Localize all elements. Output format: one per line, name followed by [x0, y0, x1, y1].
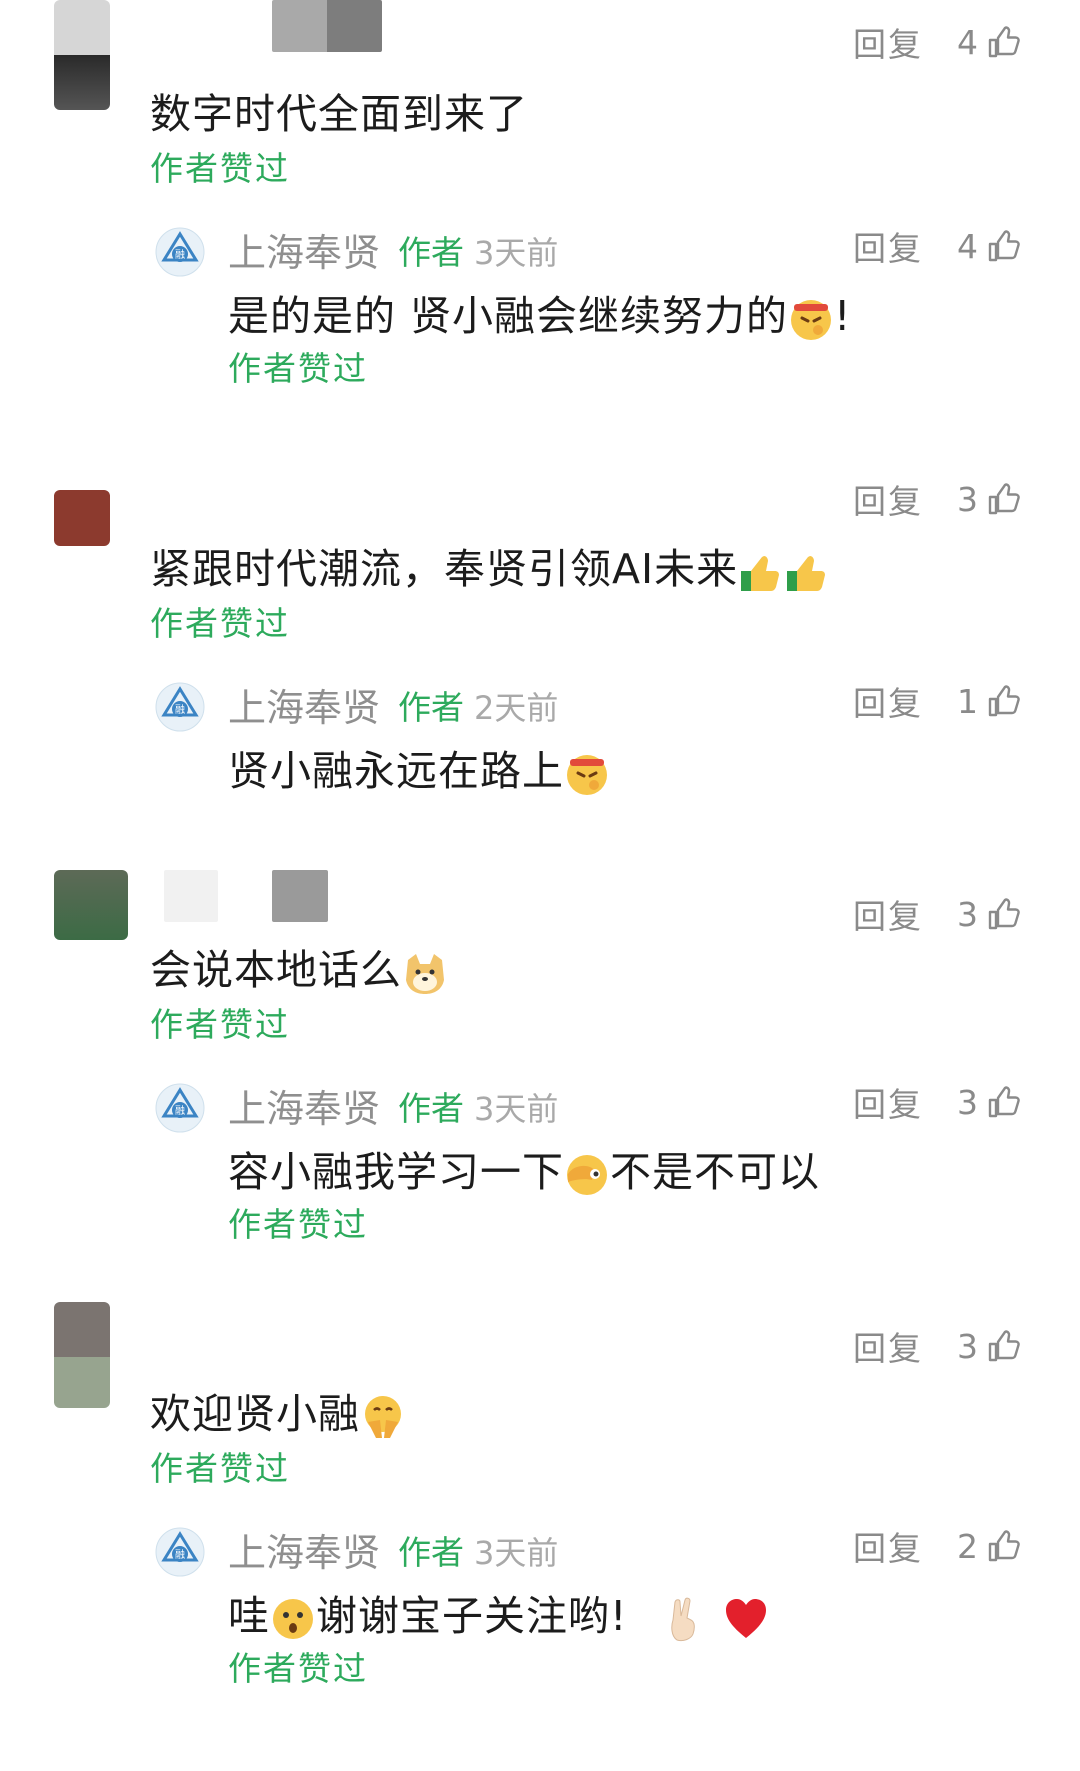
reply-text: 贤小融永远在路上: [228, 737, 610, 797]
facepalm-peek-emoji: [564, 1152, 610, 1198]
like-count: 2: [957, 1526, 978, 1566]
like-count: 1: [957, 681, 978, 721]
timestamp: 3天前: [474, 234, 559, 272]
svg-text:融: 融: [175, 704, 185, 716]
like-count: 3: [957, 1082, 978, 1122]
author-badge: 作者: [398, 233, 464, 272]
liked-by-author-tag: 作者赞过: [228, 349, 368, 388]
masked-username: [272, 0, 382, 52]
like-count: 3: [957, 479, 978, 519]
reply-button[interactable]: 回复: [853, 1522, 923, 1570]
reply-text: 是的是的 贤小融会继续努力的!: [228, 292, 852, 342]
red-heart-emoji: [723, 1596, 769, 1642]
blush-hands-emoji: [360, 1394, 406, 1440]
liked-by-author-tag: 作者赞过: [228, 1205, 368, 1244]
reply-actions: 回复 2: [853, 1522, 1022, 1570]
author-name[interactable]: 上海奉贤: [228, 1078, 380, 1133]
thumbs-up-icon[interactable]: [986, 1084, 1022, 1120]
avatar[interactable]: [54, 490, 110, 546]
svg-text:融: 融: [175, 249, 185, 261]
comment-actions: 回复 3: [853, 475, 1022, 523]
reply-text: 哇谢谢宝子关注哟!: [228, 1582, 769, 1642]
timestamp: 2天前: [474, 689, 559, 727]
liked-by-author-tag: 作者赞过: [150, 604, 290, 643]
avatar[interactable]: [54, 1302, 110, 1408]
reply-button[interactable]: 回复: [853, 890, 923, 938]
author-name[interactable]: 上海奉贤: [228, 677, 380, 732]
liked-by-author-tag: 作者赞过: [150, 1005, 290, 1044]
reply-actions: 回复 3: [853, 1078, 1022, 1126]
thumbs-up-icon[interactable]: [986, 896, 1022, 932]
thumbs-up-emoji: [738, 549, 784, 595]
timestamp: 3天前: [474, 1090, 559, 1128]
liked-by-author-tag: 作者赞过: [150, 149, 290, 188]
thumbs-up-icon[interactable]: [986, 1328, 1022, 1364]
crossed-fingers-emoji: [661, 1596, 707, 1642]
doge-emoji: [402, 950, 448, 996]
masked-username: [272, 870, 328, 922]
comment-actions: 回复 3: [853, 1322, 1022, 1370]
like-count: 3: [957, 894, 978, 934]
surprised-face-emoji: [270, 1596, 316, 1642]
thumbs-up-icon[interactable]: [986, 1528, 1022, 1564]
reply-button[interactable]: 回复: [853, 222, 923, 270]
avatar[interactable]: [54, 870, 128, 940]
liked-by-author-tag: 作者赞过: [228, 1649, 368, 1688]
comment-text: 欢迎贤小融: [150, 1380, 406, 1440]
reply-text: 容小融我学习一下 不是不可以: [228, 1148, 820, 1198]
reply-actions: 回复 1: [853, 677, 1022, 725]
avatar[interactable]: [54, 0, 110, 110]
comment-list: 回复 4 数字时代全面到来了 作者赞过 融 上海奉贤 作者 3天前 回复 4 是…: [0, 0, 1080, 1771]
thumbs-up-icon[interactable]: [986, 683, 1022, 719]
comment-text: 会说本地话么: [150, 936, 448, 996]
reply-button[interactable]: 回复: [853, 18, 923, 66]
svg-text:融: 融: [175, 1105, 185, 1117]
reply-button[interactable]: 回复: [853, 475, 923, 523]
comment-actions: 回复 3: [853, 890, 1022, 938]
timestamp: 3天前: [474, 1534, 559, 1572]
reply-actions: 回复 4: [853, 222, 1022, 270]
author-avatar[interactable]: 融: [154, 1526, 206, 1578]
thumbs-up-icon[interactable]: [986, 228, 1022, 264]
comment-actions: 回复 4: [853, 18, 1022, 66]
comment-text: 数字时代全面到来了: [150, 90, 528, 138]
thumbs-up-icon[interactable]: [986, 481, 1022, 517]
thumbs-up-emoji: [784, 549, 830, 595]
author-badge: 作者: [398, 1089, 464, 1128]
reply-button[interactable]: 回复: [853, 1078, 923, 1126]
reply-button[interactable]: 回复: [853, 677, 923, 725]
masked-username: [164, 870, 218, 922]
author-avatar[interactable]: 融: [154, 681, 206, 733]
comment-text: 紧跟时代潮流，奉贤引领AI未来: [150, 535, 830, 595]
author-name[interactable]: 上海奉贤: [228, 1522, 380, 1577]
determined-face-emoji: [788, 296, 834, 342]
thumbs-up-icon[interactable]: [986, 24, 1022, 60]
liked-by-author-tag: 作者赞过: [150, 1449, 290, 1488]
author-badge: 作者: [398, 688, 464, 727]
svg-text:融: 融: [175, 1549, 185, 1561]
determined-face-emoji: [564, 751, 610, 797]
author-badge: 作者: [398, 1533, 464, 1572]
author-avatar[interactable]: 融: [154, 1082, 206, 1134]
reply-button[interactable]: 回复: [853, 1322, 923, 1370]
like-count: 4: [957, 226, 978, 266]
author-avatar[interactable]: 融: [154, 226, 206, 278]
author-name[interactable]: 上海奉贤: [228, 222, 380, 277]
like-count: 3: [957, 1326, 978, 1366]
like-count: 4: [957, 22, 978, 62]
